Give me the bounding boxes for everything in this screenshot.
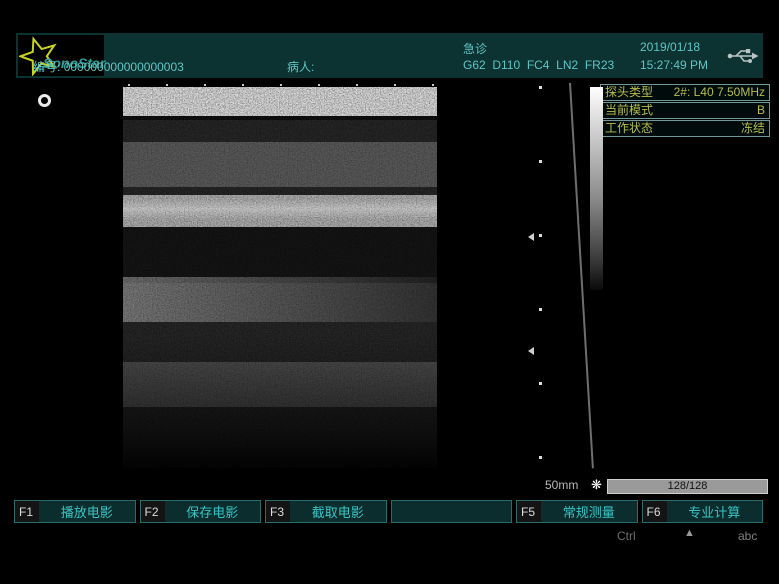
f6-calc-button[interactable]: F6 专业计算 <box>642 500 764 523</box>
f5-label: 常规测量 <box>541 502 637 521</box>
current-mode-label: 当前模式 <box>605 103 653 118</box>
freeze-indicator-icon: ❋ <box>591 477 602 493</box>
depth-scale-ticks <box>539 86 542 459</box>
function-key-row: F1 播放电影 F2 保存电影 F3 截取电影 F5 常规测量 F6 专业计算 <box>14 500 763 523</box>
f4-empty-button[interactable] <box>391 500 513 523</box>
grayscale-bar <box>590 87 603 290</box>
current-mode-value: B <box>757 103 765 118</box>
f5-measure-button[interactable]: F5 常规测量 <box>516 500 638 523</box>
header-bar: SonoStar 急诊 2019/01/18 编号: 0000000000000… <box>16 33 763 78</box>
usb-icon <box>725 46 761 66</box>
focus-marker-icon <box>528 233 534 241</box>
lateral-scale-ticks <box>128 84 436 86</box>
record-id-value: 000000000000000003 <box>64 60 184 74</box>
f3-keycap: F3 <box>266 501 290 522</box>
ctrl-status: Ctrl <box>617 529 636 543</box>
focus-marker-icon <box>528 347 534 355</box>
patient-label: 病人: <box>287 58 314 75</box>
depth-label: 50mm <box>545 478 578 492</box>
ultrasound-machine-screen: SonoStar 急诊 2019/01/18 编号: 0000000000000… <box>0 0 779 584</box>
probe-orientation-marker <box>38 94 51 107</box>
f1-keycap: F1 <box>15 501 39 522</box>
cine-progress-bar[interactable]: 128/128 <box>607 479 768 494</box>
record-id-label: 编号: <box>33 60 60 74</box>
work-status-value: 冻结 <box>741 121 765 136</box>
f6-keycap: F6 <box>643 501 667 522</box>
shift-status-icon: ▲ <box>684 527 695 539</box>
current-mode-row: 当前模式 B <box>600 102 770 119</box>
work-status-row: 工作状态 冻结 <box>600 120 770 137</box>
f3-label: 截取电影 <box>290 502 386 521</box>
f2-keycap: F2 <box>141 501 165 522</box>
record-id: 编号: 000000000000000003 <box>33 58 184 75</box>
probe-type-value: 2#: L40 7.50MHz <box>674 85 765 100</box>
f5-keycap: F5 <box>517 501 541 522</box>
imaging-params: G62 D110 FC4 LN2 FR23 <box>463 58 614 72</box>
probe-type-label: 探头类型 <box>605 85 653 100</box>
ultrasound-image <box>123 87 437 468</box>
f1-label: 播放电影 <box>39 502 135 521</box>
work-status-label: 工作状态 <box>605 121 653 136</box>
time-display: 15:27:49 PM <box>640 58 708 72</box>
input-mode-status: abc <box>738 529 757 543</box>
probe-info-panel: 探头类型 2#: L40 7.50MHz 当前模式 B 工作状态 冻结 <box>600 84 770 138</box>
probe-type-row: 探头类型 2#: L40 7.50MHz <box>600 84 770 101</box>
f1-play-cine-button[interactable]: F1 播放电影 <box>14 500 136 523</box>
date-display: 2019/01/18 <box>640 40 700 54</box>
exam-type-label: 急诊 <box>463 40 487 57</box>
f2-label: 保存电影 <box>165 502 261 521</box>
f2-save-cine-button[interactable]: F2 保存电影 <box>140 500 262 523</box>
f6-label: 专业计算 <box>667 502 763 521</box>
f3-capture-cine-button[interactable]: F3 截取电影 <box>265 500 387 523</box>
